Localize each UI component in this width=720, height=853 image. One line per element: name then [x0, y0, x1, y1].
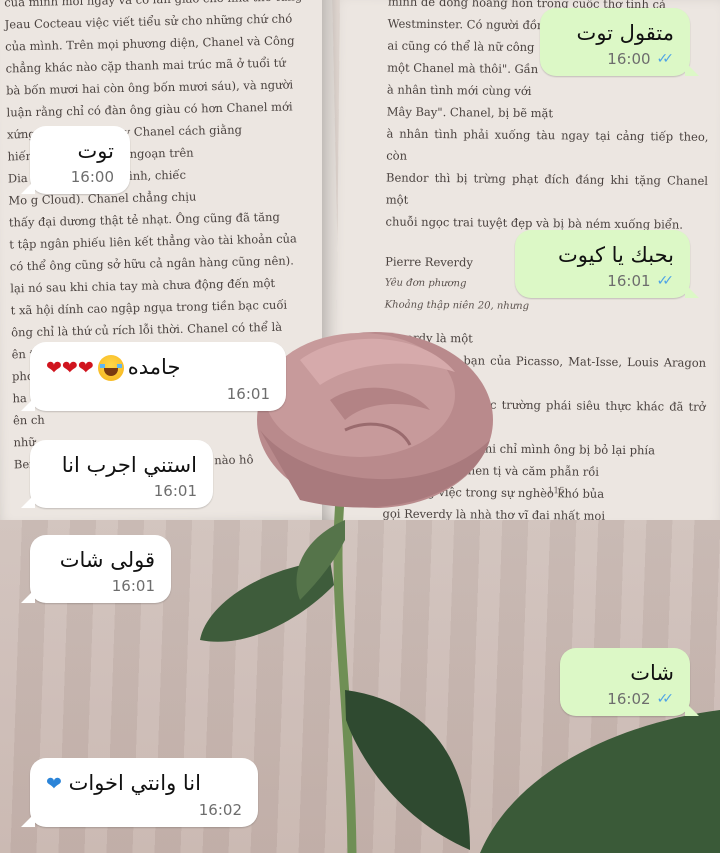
message-text: قولى شات [59, 548, 155, 572]
message-incoming[interactable]: استني اجرب انا 16:01 [21, 440, 213, 508]
message-outgoing[interactable]: متقول توت 16:00 ✓✓ [540, 8, 699, 76]
message-text-row: ❤ انا وانتي اخوات [46, 768, 242, 799]
message-text: استني اجرب انا [61, 453, 197, 477]
message-time: 16:01 [111, 577, 155, 595]
message-text: توت [77, 139, 114, 163]
message-incoming[interactable]: قولى شات 16:01 [21, 535, 171, 603]
bubble-tail [21, 180, 35, 194]
read-ticks-icon: ✓✓ [656, 51, 675, 67]
message-time: 16:00 [70, 168, 114, 186]
message-text: جامده [127, 355, 181, 379]
bubble-tail [685, 284, 699, 298]
face-with-tears-of-joy-icon [97, 355, 124, 381]
message-meta: 16:01 ✓✓ [531, 272, 674, 290]
message-meta: 16:01 [46, 482, 197, 500]
message-incoming[interactable]: ❤ انا وانتي اخوات 16:02 [21, 758, 258, 827]
message-time: 16:01 [226, 385, 270, 403]
message-incoming[interactable]: ❤❤❤ جامده 16:01 [21, 342, 286, 411]
message-text-row: ❤❤❤ جامده [46, 352, 270, 383]
red-heart-icon: ❤ [61, 357, 78, 379]
message-text: بحبك يا كيوت [558, 243, 674, 267]
read-ticks-icon: ✓✓ [656, 273, 675, 289]
rose-bloom [257, 332, 493, 508]
message-outgoing[interactable]: شات 16:02 ✓✓ [560, 648, 699, 716]
message-meta: 16:00 ✓✓ [556, 50, 674, 68]
bubble-tail [21, 397, 35, 411]
blue-heart-icon: ❤ [46, 773, 62, 795]
message-incoming[interactable]: توت 16:00 [21, 126, 130, 194]
message-time: 16:01 [153, 482, 197, 500]
bubble-tail [21, 589, 35, 603]
message-text: شات [630, 661, 674, 685]
message-time: 16:02 [198, 801, 242, 819]
bubble-tail [685, 62, 699, 76]
message-meta: 16:02 ✓✓ [576, 690, 674, 708]
message-meta: 16:02 [46, 801, 242, 819]
rose-stem [333, 499, 357, 853]
message-outgoing[interactable]: بحبك يا كيوت 16:01 ✓✓ [515, 230, 699, 298]
bubble-tail [685, 702, 699, 716]
red-heart-icon: ❤ [46, 357, 62, 379]
message-meta: 16:01 [46, 577, 155, 595]
read-ticks-icon: ✓✓ [656, 691, 675, 707]
red-heart-icon: ❤ [77, 357, 94, 379]
message-time: 16:01 [607, 272, 651, 290]
rose-leaf-right [480, 710, 720, 853]
message-text: متقول توت [576, 21, 674, 45]
bubble-tail [21, 494, 35, 508]
message-time: 16:00 [607, 50, 651, 68]
message-meta: 16:01 [46, 385, 270, 403]
message-meta: 16:00 [46, 168, 114, 186]
rose-leaf-center [345, 690, 470, 850]
message-time: 16:02 [607, 690, 651, 708]
message-text: انا وانتي اخوات [68, 771, 201, 795]
bubble-tail [21, 813, 35, 827]
